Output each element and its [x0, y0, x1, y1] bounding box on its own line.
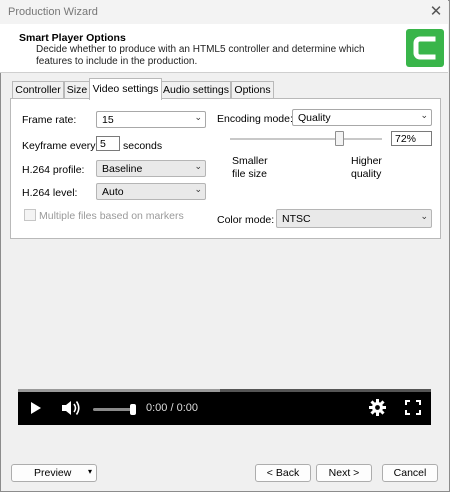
preview-button[interactable]: Preview ▾: [11, 464, 97, 482]
video-progress-fill: [18, 389, 221, 392]
tab-audio-settings[interactable]: Audio settings: [161, 81, 231, 99]
frame-rate-select[interactable]: 15 ⌄: [96, 111, 206, 128]
volume-icon[interactable]: [60, 399, 82, 420]
back-button[interactable]: < Back: [255, 464, 311, 482]
header-banner: Smart Player Options Decide whether to p…: [0, 24, 448, 73]
video-progress-bar[interactable]: [18, 389, 431, 392]
video-player: 0:00 / 0:00: [18, 389, 431, 425]
settings-gear-icon[interactable]: [369, 399, 386, 419]
header-description: Decide whether to produce with an HTML5 …: [36, 44, 365, 67]
next-button[interactable]: Next >: [316, 464, 372, 482]
camtasia-logo: [406, 29, 444, 67]
tab-controller[interactable]: Controller: [12, 81, 64, 99]
tab-video-settings[interactable]: Video settings: [89, 78, 162, 100]
chevron-down-icon: ⌄: [194, 112, 202, 122]
preview-label: Preview: [34, 467, 72, 479]
h264-profile-value: Baseline: [102, 163, 143, 175]
encoding-mode-value: Quality: [298, 112, 331, 124]
quality-slider-thumb[interactable]: [335, 131, 344, 146]
color-mode-value: NTSC: [282, 213, 311, 225]
color-mode-label: Color mode:: [217, 214, 275, 226]
multiple-files-label: Multiple files based on markers: [39, 210, 184, 222]
keyframe-label: Keyframe every:: [22, 140, 99, 152]
window-title: Production Wizard: [8, 6, 98, 18]
encoding-mode-select[interactable]: Quality ⌄: [292, 109, 432, 126]
frame-rate-label: Frame rate:: [22, 114, 77, 126]
cancel-button[interactable]: Cancel: [382, 464, 438, 482]
title-bar: Production Wizard ✕: [0, 0, 448, 24]
keyframe-value: 5: [100, 138, 106, 150]
frame-rate-value: 15: [102, 114, 114, 126]
quality-slider-track: [230, 138, 382, 140]
header-title: Smart Player Options: [19, 32, 126, 44]
chevron-down-icon: ⌄: [194, 184, 202, 194]
encoding-mode-label: Encoding mode:: [217, 113, 293, 125]
tab-options[interactable]: Options: [231, 81, 274, 99]
h264-level-label: H.264 level:: [22, 187, 78, 199]
chevron-down-icon: ⌄: [194, 161, 202, 171]
time-display: 0:00 / 0:00: [146, 402, 198, 414]
close-icon[interactable]: ✕: [426, 2, 446, 22]
h264-profile-label: H.264 profile:: [22, 164, 85, 176]
volume-slider-knob[interactable]: [130, 404, 136, 415]
h264-level-select[interactable]: Auto ⌄: [96, 183, 206, 200]
quality-percent-value: 72%: [395, 133, 417, 145]
tab-size[interactable]: Size: [64, 81, 90, 99]
play-icon[interactable]: [30, 401, 42, 418]
color-mode-select[interactable]: NTSC ⌄: [276, 209, 432, 228]
h264-profile-select[interactable]: Baseline ⌄: [96, 160, 206, 177]
multiple-files-checkbox[interactable]: [24, 209, 36, 221]
h264-level-value: Auto: [102, 186, 124, 198]
slider-max-label: Higher quality: [351, 155, 382, 180]
slider-min-label: Smaller file size: [232, 155, 268, 180]
dropdown-arrow-icon: ▾: [87, 467, 92, 476]
chevron-down-icon: ⌄: [420, 110, 428, 120]
keyframe-input[interactable]: 5: [96, 136, 120, 151]
chevron-down-icon: ⌄: [420, 211, 428, 221]
keyframe-unit: seconds: [123, 140, 163, 152]
quality-percent-field[interactable]: 72%: [391, 131, 432, 146]
fullscreen-icon[interactable]: [405, 400, 421, 418]
volume-slider-track[interactable]: [93, 408, 133, 411]
